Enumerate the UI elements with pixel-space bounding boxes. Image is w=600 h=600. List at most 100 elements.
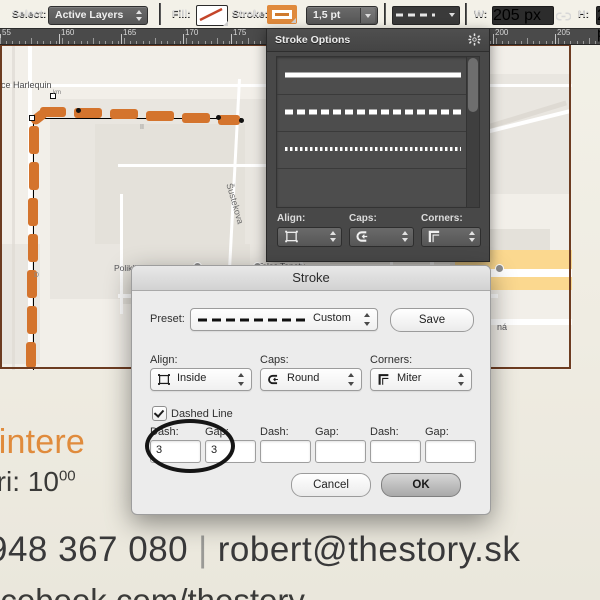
width-input[interactable]: 205 px [492, 6, 554, 25]
height-label: H: [578, 8, 589, 20]
stroke-dialog-titlebar: Stroke [132, 266, 490, 291]
document-contact-line: 948 367 080|robert@thestory.sk [0, 530, 520, 570]
save-label: Save [419, 314, 445, 326]
width-label: W: [474, 8, 487, 20]
stroke-preset-scrollbar[interactable] [466, 57, 479, 207]
cancel-button[interactable]: Cancel [291, 473, 371, 497]
chevron-updown-icon [458, 373, 465, 386]
chevron-updown-icon [136, 10, 143, 21]
dash-gap-input[interactable] [425, 440, 476, 463]
save-button[interactable]: Save [390, 308, 474, 332]
solid-line-icon [285, 70, 461, 80]
path-anchor-point[interactable] [76, 108, 81, 113]
dash-gap-label: Dash: [260, 426, 289, 438]
ruler-label: 175 [233, 28, 246, 37]
caps-round-icon [356, 230, 371, 243]
ruler-label: 170 [185, 28, 198, 37]
stroke-preset-dotted[interactable] [277, 131, 479, 169]
dash-gap-label: Gap: [425, 426, 449, 438]
active-layers-value: Active Layers [55, 9, 123, 21]
ruler-label: 165 [123, 28, 136, 37]
hours-text: –Fri: 10 [0, 466, 59, 497]
stroke-preset-empty[interactable] [277, 168, 479, 205]
stroke-weight-value: 1,5 pt [313, 9, 340, 21]
dash-gap-input[interactable] [370, 440, 421, 463]
hours-superscript: 00 [59, 468, 76, 485]
stroke-weight-dropdown[interactable]: 1,5 pt [306, 6, 378, 25]
ruler-label: 55 [2, 28, 11, 37]
dialog-preset-label: Preset: [150, 313, 185, 325]
stroke-label: Stroke: [232, 8, 268, 20]
stroke-style-dropdown[interactable] [392, 6, 460, 25]
chevron-updown-icon [469, 231, 476, 242]
dashed-line-icon [285, 107, 461, 117]
contact-separator: | [188, 530, 218, 569]
dialog-caps-label: Caps: [260, 354, 289, 366]
path-anchor-point[interactable] [239, 118, 244, 123]
align-inside-icon [284, 230, 299, 243]
caps-dropdown[interactable]: Round [260, 368, 362, 391]
preset-dropdown[interactable]: Custom [190, 308, 378, 331]
align-value: Inside [177, 372, 206, 384]
corners-miter-icon [377, 373, 391, 386]
corners-dropdown[interactable]: Miter [370, 368, 472, 391]
ok-label: OK [412, 479, 429, 491]
dialog-align-label: Align: [150, 354, 178, 366]
align-dropdown[interactable]: Inside [150, 368, 252, 391]
chevron-updown-icon [402, 231, 409, 242]
fill-swatch[interactable] [196, 5, 228, 26]
map-label-residence: idence Harlequin [0, 80, 52, 90]
panel-align-label: Align: [277, 213, 305, 224]
stroke-dialog-title: Stroke [132, 266, 490, 290]
dash-gap-label: Dash: [370, 426, 399, 438]
ruler-label: 160 [61, 28, 74, 37]
stroke-preset-solid[interactable] [277, 57, 479, 95]
path-anchor-point[interactable] [216, 115, 221, 120]
document-headline: u intere [0, 423, 85, 462]
screenshot-root: u intere –Fri: 1000 948 367 080|robert@t… [0, 0, 600, 600]
ok-button[interactable]: OK [381, 473, 461, 497]
dashed-line-checkbox[interactable] [152, 406, 167, 421]
gear-icon[interactable] [468, 33, 481, 46]
chevron-updown-icon [348, 373, 355, 386]
ruler-label: 205 [557, 28, 570, 37]
panel-align-dropdown[interactable] [277, 227, 342, 247]
stroke-color-swatch[interactable] [267, 5, 297, 24]
dash-gap-input[interactable] [260, 440, 311, 463]
dash-gap-input[interactable] [315, 440, 366, 463]
cancel-label: Cancel [313, 479, 349, 491]
dashed-line-icon [393, 7, 443, 22]
link-chain-icon[interactable] [556, 9, 571, 27]
active-layers-dropdown[interactable]: Active Layers [48, 6, 148, 25]
height-input[interactable]: 234,19 p› [596, 6, 600, 25]
stroke-preset-list[interactable] [276, 56, 480, 208]
panel-caps-dropdown[interactable] [349, 227, 414, 247]
dash-gap-label: Gap: [315, 426, 339, 438]
no-fill-diagonal-icon [197, 6, 225, 23]
map-poi-marker[interactable] [495, 264, 504, 273]
stroke-dialog: Stroke Preset: Custom Save Align: Inside… [131, 265, 491, 515]
caps-value: Round [287, 372, 319, 384]
align-inside-icon [157, 373, 171, 386]
preset-value: Custom [313, 312, 351, 324]
chevron-updown-icon [330, 231, 337, 242]
dialog-corners-label: Corners: [370, 354, 412, 366]
scrollbar-thumb[interactable] [468, 58, 478, 112]
stroke-options-title: Stroke Options [275, 34, 350, 46]
chevron-updown-icon [238, 373, 245, 386]
fill-label: Fill: [172, 8, 191, 20]
annotation-ellipse [145, 419, 235, 473]
corners-value: Miter [397, 372, 421, 384]
map-label-na: ná [497, 322, 507, 332]
stroke-preset-dashed[interactable] [277, 94, 479, 132]
width-value: 205 px [493, 7, 553, 25]
dashed-line-label: Dashed Line [171, 408, 233, 420]
corners-miter-icon [427, 230, 442, 243]
stroke-options-titlebar: Stroke Options [267, 29, 489, 52]
panel-corners-label: Corners: [421, 213, 463, 224]
path-anchor-point[interactable] [29, 115, 35, 121]
document-facebook-line: acebook.com/thestory [0, 582, 305, 600]
options-bar: Select: Active Layers Fill: Stroke: 1,5 … [0, 0, 600, 29]
panel-corners-dropdown[interactable] [421, 227, 481, 247]
stroke-options-panel: Stroke Options [266, 28, 490, 262]
